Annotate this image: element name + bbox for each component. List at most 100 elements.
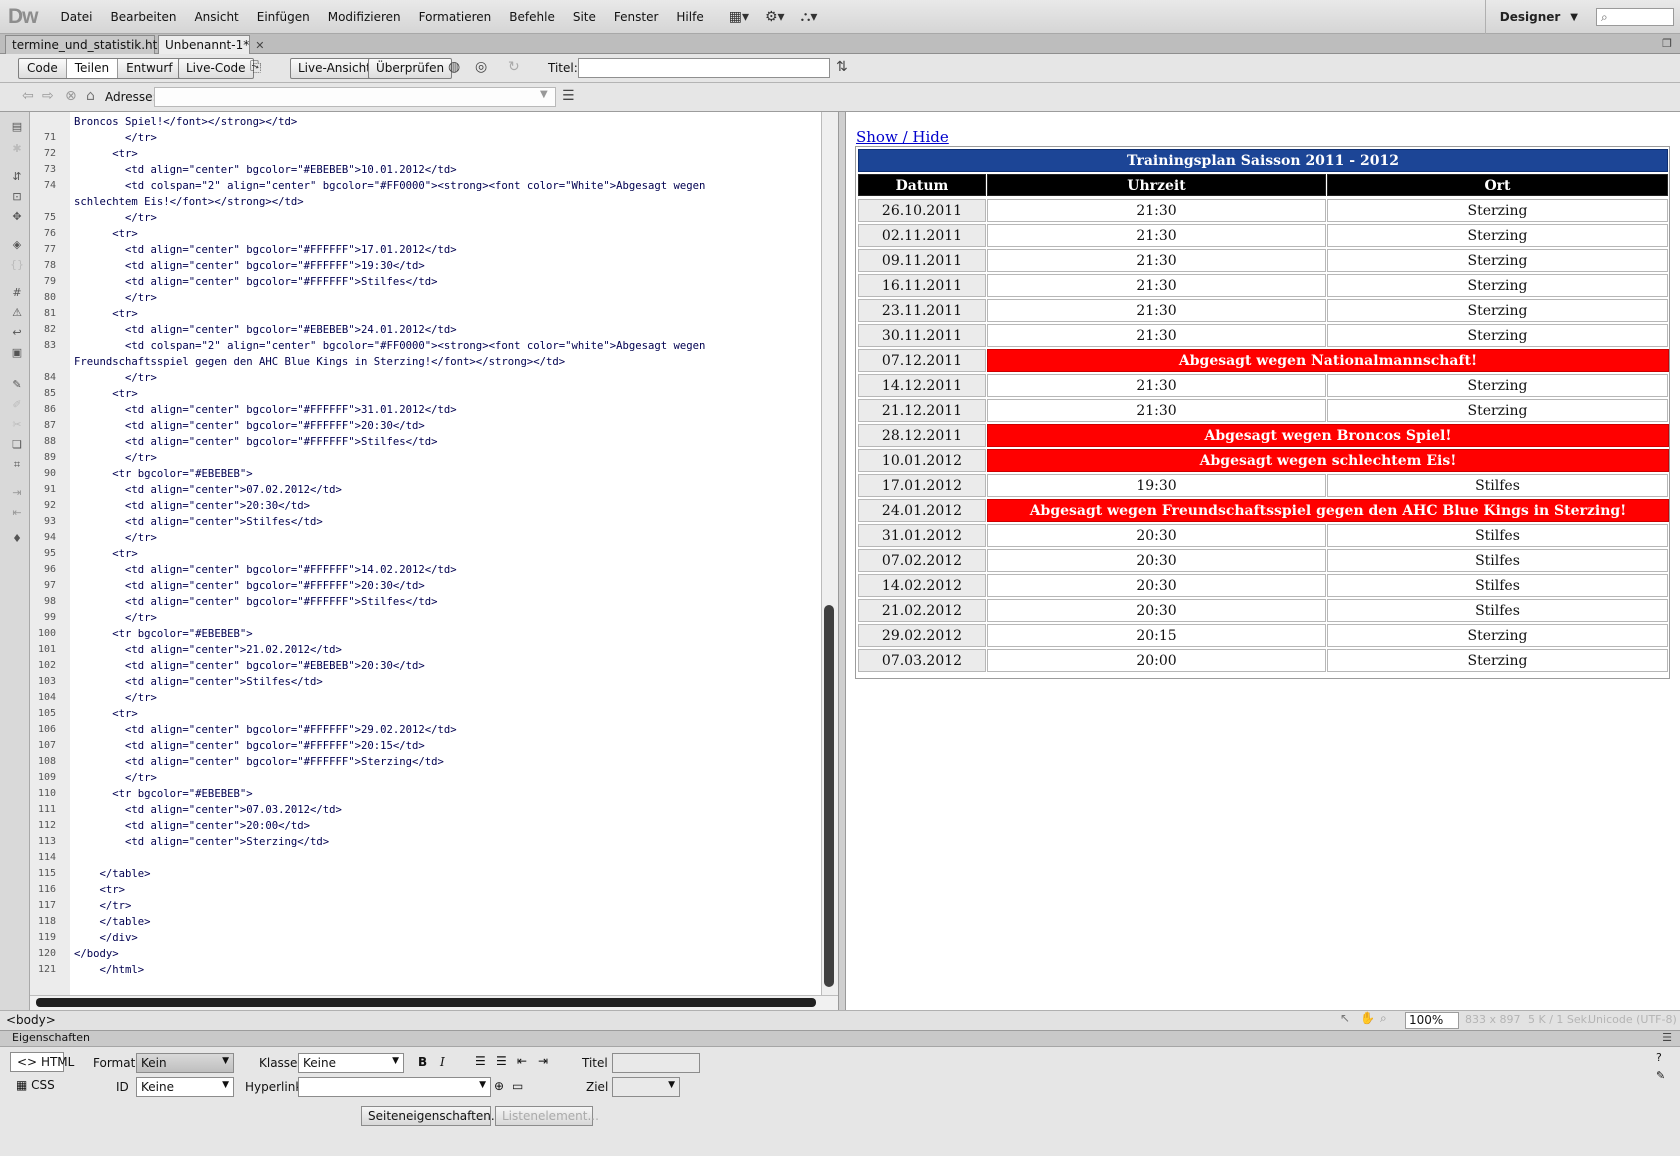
- menu-ansicht[interactable]: Ansicht: [185, 10, 247, 24]
- outdent-icon[interactable]: ⇤: [517, 1054, 527, 1068]
- select-parent-tag-icon[interactable]: ◈: [10, 238, 24, 252]
- refresh-icon[interactable]: ↻: [508, 59, 520, 75]
- stop-icon[interactable]: ⊗: [65, 88, 77, 104]
- ordered-list-icon[interactable]: ☰: [496, 1054, 507, 1068]
- title-input[interactable]: [578, 58, 830, 78]
- code-line[interactable]: </tr>: [74, 290, 157, 306]
- menu-modifizieren[interactable]: Modifizieren: [319, 10, 410, 24]
- workspace-switcher[interactable]: Designer ▼: [1484, 0, 1592, 34]
- tab-unbenannt[interactable]: Unbenannt-1* ✕: [158, 35, 264, 54]
- address-input[interactable]: [154, 87, 556, 107]
- code-line[interactable]: </div>: [74, 930, 138, 946]
- check-button[interactable]: Überprüfen: [368, 58, 453, 79]
- code-line[interactable]: <tr>: [74, 306, 138, 322]
- tag-selector-body[interactable]: <body>: [6, 1013, 56, 1027]
- select-tool-icon[interactable]: ↖: [1340, 1011, 1350, 1025]
- code-line[interactable]: <td align="center">Sterzing</td>: [74, 834, 329, 850]
- point-to-file-icon[interactable]: ⊕: [494, 1079, 504, 1093]
- titel-input[interactable]: [612, 1053, 700, 1073]
- code-line[interactable]: </tr>: [74, 690, 157, 706]
- code-line[interactable]: Broncos Spiel!</font></strong></td>: [74, 114, 297, 130]
- code-line[interactable]: <td align="center">07.03.2012</td>: [74, 802, 342, 818]
- design-view-button[interactable]: Entwurf: [118, 59, 180, 78]
- code-line[interactable]: </table>: [74, 914, 151, 930]
- code-line[interactable]: <td align="center" bgcolor="#EBEBEB">24.…: [74, 322, 457, 338]
- code-line[interactable]: <td align="center">20:00</td>: [74, 818, 310, 834]
- bold-icon[interactable]: B: [418, 1055, 427, 1069]
- home-icon[interactable]: ⌂: [86, 88, 95, 104]
- css-mode-button[interactable]: ▦ CSS: [16, 1078, 55, 1092]
- code-line[interactable]: <tr bgcolor="#EBEBEB">: [74, 626, 252, 642]
- show-hide-link[interactable]: Show / Hide: [856, 128, 949, 146]
- tab-termine[interactable]: termine_und_statistik.htm✕: [5, 35, 184, 54]
- browse-folder-icon[interactable]: ▭: [512, 1079, 523, 1093]
- remove-comment-icon[interactable]: ✐: [10, 398, 24, 412]
- forward-icon[interactable]: ⇨: [42, 88, 54, 104]
- code-line[interactable]: <td align="center" bgcolor="#FFFFFF">20:…: [74, 738, 425, 754]
- code-line[interactable]: <td align="center" bgcolor="#FFFFFF">31.…: [74, 402, 457, 418]
- page-properties-button[interactable]: Seiteneigenschaften...: [361, 1106, 502, 1126]
- help-search-input[interactable]: ⌕: [1596, 8, 1674, 26]
- zoom-select[interactable]: 100%: [1405, 1012, 1459, 1029]
- code-line[interactable]: <td align="center" bgcolor="#FFFFFF">Sti…: [74, 594, 438, 610]
- menu-bearbeiten[interactable]: Bearbeiten: [102, 10, 186, 24]
- help-icon[interactable]: ?: [1656, 1051, 1662, 1064]
- expand-all-icon[interactable]: ✥: [10, 210, 24, 224]
- highlight-invalid-code-icon[interactable]: ⚠: [10, 306, 24, 320]
- panel-options-icon[interactable]: ☰: [1662, 1031, 1672, 1044]
- code-line[interactable]: </html>: [74, 962, 145, 978]
- view-options-icon[interactable]: ☰: [562, 88, 575, 104]
- code-line[interactable]: <td align="center">07.02.2012</td>: [74, 482, 342, 498]
- code-line[interactable]: <td align="center">Stilfes</td>: [74, 514, 323, 530]
- code-line[interactable]: <td align="center" bgcolor="#FFFFFF">20:…: [74, 578, 425, 594]
- chevron-down-icon[interactable]: ▼: [540, 89, 548, 100]
- code-line[interactable]: <tr>: [74, 546, 138, 562]
- indent-code-icon[interactable]: ⇥: [10, 486, 24, 500]
- code-line[interactable]: </tr>: [74, 210, 157, 226]
- outdent-code-icon[interactable]: ⇤: [10, 506, 24, 520]
- code-line[interactable]: <td align="center" bgcolor="#FFFFFF">Ste…: [74, 754, 444, 770]
- line-numbers-icon[interactable]: #: [10, 286, 24, 300]
- code-line[interactable]: <td align="center" bgcolor="#FFFFFF">Sti…: [74, 274, 438, 290]
- list-item-button[interactable]: Listenelement...: [495, 1106, 599, 1126]
- close-icon[interactable]: ✕: [255, 39, 264, 52]
- code-line[interactable]: </tr>: [74, 530, 157, 546]
- menu-befehle[interactable]: Befehle: [500, 10, 564, 24]
- indent-icon[interactable]: ⇥: [538, 1054, 548, 1068]
- browser-compat-icon[interactable]: ⎘: [250, 59, 261, 75]
- hyperlink-input[interactable]: ▼: [298, 1077, 491, 1097]
- code-line[interactable]: schlechtem Eis!</font></strong></td>: [74, 194, 304, 210]
- code-view-button[interactable]: Code: [19, 59, 67, 78]
- restore-window-icon[interactable]: ❐: [1662, 37, 1672, 50]
- italic-icon[interactable]: I: [440, 1055, 445, 1069]
- code-line[interactable]: <td align="center" bgcolor="#FFFFFF">Sti…: [74, 434, 438, 450]
- code-line[interactable]: <td align="center">20:30</td>: [74, 498, 310, 514]
- quick-tag-editor-icon[interactable]: ✎: [1656, 1069, 1665, 1082]
- format-source-icon[interactable]: ♦: [10, 532, 24, 546]
- code-line[interactable]: <td align="center" bgcolor="#FFFFFF">14.…: [74, 562, 457, 578]
- code-line[interactable]: <tr bgcolor="#EBEBEB">: [74, 786, 252, 802]
- code-line[interactable]: <td align="center" bgcolor="#EBEBEB">10.…: [74, 162, 457, 178]
- code-line[interactable]: <tr>: [74, 146, 138, 162]
- menu-einfuegen[interactable]: Einfügen: [248, 10, 319, 24]
- html-mode-button[interactable]: <> HTML: [10, 1052, 74, 1072]
- code-line[interactable]: <td colspan="2" align="center" bgcolor="…: [74, 178, 705, 194]
- live-view-button[interactable]: Live-Ansicht: [290, 58, 379, 79]
- code-line[interactable]: <td colspan="2" align="center" bgcolor="…: [74, 338, 705, 354]
- menu-hilfe[interactable]: Hilfe: [667, 10, 712, 24]
- layout-icon[interactable]: ▦▾: [729, 9, 749, 25]
- code-line[interactable]: </tr>: [74, 898, 132, 914]
- show-code-navigator-icon[interactable]: ✱: [10, 142, 24, 156]
- code-horizontal-thumb[interactable]: [36, 998, 816, 1007]
- code-line[interactable]: </body>: [74, 946, 119, 962]
- code-line[interactable]: <tr>: [74, 706, 138, 722]
- menu-datei[interactable]: Datei: [52, 10, 102, 24]
- code-line[interactable]: <tr>: [74, 226, 138, 242]
- code-line[interactable]: </tr>: [74, 450, 157, 466]
- code-line[interactable]: Freundschaftsspiel gegen den AHC Blue Ki…: [74, 354, 565, 370]
- zoom-tool-icon[interactable]: ⌕: [1380, 1011, 1387, 1026]
- code-line[interactable]: <tr>: [74, 386, 138, 402]
- code-scroll-thumb[interactable]: [824, 605, 834, 987]
- menu-fenster[interactable]: Fenster: [605, 10, 668, 24]
- visual-aids-icon[interactable]: ◎: [475, 59, 487, 75]
